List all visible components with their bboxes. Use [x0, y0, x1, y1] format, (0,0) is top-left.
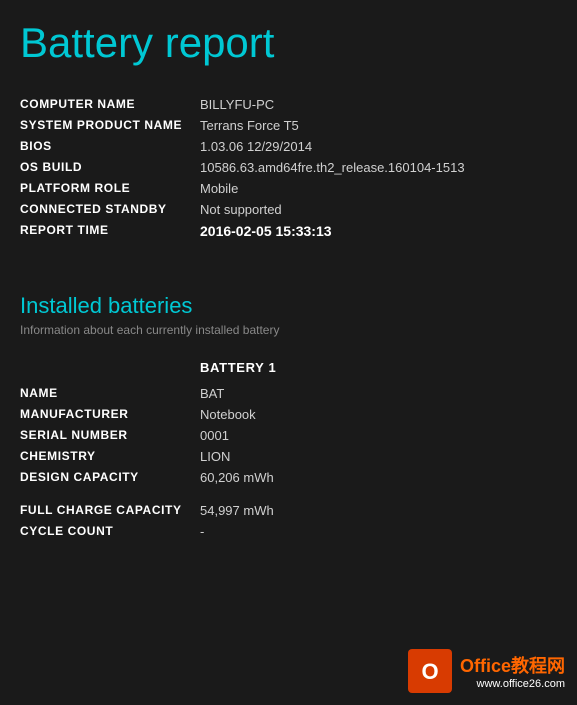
- system-info-row: CONNECTED STANDBYNot supported: [20, 199, 557, 220]
- battery-row: SERIAL NUMBER0001: [20, 425, 557, 446]
- battery-header-row: BATTERY 1: [20, 357, 557, 383]
- battery-row-label: CHEMISTRY: [20, 446, 200, 467]
- system-info-row: OS BUILD10586.63.amd64fre.th2_release.16…: [20, 157, 557, 178]
- battery-row: FULL CHARGE CAPACITY54,997 mWh: [20, 500, 557, 521]
- system-info-label: COMPUTER NAME: [20, 94, 200, 115]
- page-title: Battery report: [20, 20, 557, 66]
- watermark-brand: Office教程网: [460, 652, 565, 678]
- watermark: O Office教程网 www.office26.com: [408, 649, 565, 693]
- svg-text:O: O: [421, 659, 438, 684]
- battery-row-value: 0001: [200, 425, 557, 446]
- battery-row-label: MANUFACTURER: [20, 404, 200, 425]
- battery-row-value: BAT: [200, 383, 557, 404]
- system-info-label: CONNECTED STANDBY: [20, 199, 200, 220]
- battery-header-label: BATTERY 1: [200, 357, 557, 383]
- battery-header-empty: [20, 357, 200, 383]
- system-info-row: COMPUTER NAMEBILLYFU-PC: [20, 94, 557, 115]
- battery-row-label: SERIAL NUMBER: [20, 425, 200, 446]
- battery-row-value: [200, 488, 557, 500]
- watermark-website: www.office26.com: [477, 678, 565, 690]
- battery-row: CYCLE COUNT-: [20, 521, 557, 542]
- battery-row-label: DESIGN CAPACITY: [20, 467, 200, 488]
- system-info-label: OS BUILD: [20, 157, 200, 178]
- battery-row: MANUFACTURERNotebook: [20, 404, 557, 425]
- system-info-label: SYSTEM PRODUCT NAME: [20, 115, 200, 136]
- system-info-value: Mobile: [200, 178, 557, 199]
- system-info-label: REPORT TIME: [20, 220, 200, 242]
- system-info-row: REPORT TIME2016-02-05 15:33:13: [20, 220, 557, 242]
- battery-row: CHEMISTRYLION: [20, 446, 557, 467]
- battery-row-label: FULL CHARGE CAPACITY: [20, 500, 200, 521]
- system-info-value: 10586.63.amd64fre.th2_release.160104-151…: [200, 157, 557, 178]
- installed-batteries-subtitle: Information about each currently install…: [20, 323, 557, 337]
- battery-row-value: -: [200, 521, 557, 542]
- divider: [20, 272, 557, 273]
- system-info-row: BIOS1.03.06 12/29/2014: [20, 136, 557, 157]
- battery-row-label: CYCLE COUNT: [20, 521, 200, 542]
- battery-row: DESIGN CAPACITY60,206 mWh: [20, 467, 557, 488]
- battery-table: BATTERY 1NAMEBATMANUFACTURERNotebookSERI…: [20, 357, 557, 542]
- battery-row-value: 60,206 mWh: [200, 467, 557, 488]
- system-info-row: SYSTEM PRODUCT NAMETerrans Force T5: [20, 115, 557, 136]
- system-info-row: PLATFORM ROLEMobile: [20, 178, 557, 199]
- office-icon: O: [408, 649, 452, 693]
- system-info-label: PLATFORM ROLE: [20, 178, 200, 199]
- battery-row: NAMEBAT: [20, 383, 557, 404]
- battery-row-value: 54,997 mWh: [200, 500, 557, 521]
- battery-row-value: Notebook: [200, 404, 557, 425]
- watermark-text: Office教程网 www.office26.com: [460, 652, 565, 690]
- battery-row-value: LION: [200, 446, 557, 467]
- system-info-value: BILLYFU-PC: [200, 94, 557, 115]
- system-info-table: COMPUTER NAMEBILLYFU-PCSYSTEM PRODUCT NA…: [20, 94, 557, 242]
- battery-row: [20, 488, 557, 500]
- installed-batteries-title: Installed batteries: [20, 293, 557, 319]
- battery-row-label: NAME: [20, 383, 200, 404]
- system-info-value: 1.03.06 12/29/2014: [200, 136, 557, 157]
- system-info-label: BIOS: [20, 136, 200, 157]
- system-info-value: Not supported: [200, 199, 557, 220]
- system-info-value: Terrans Force T5: [200, 115, 557, 136]
- battery-row-label: [20, 488, 200, 500]
- system-info-value: 2016-02-05 15:33:13: [200, 220, 557, 242]
- main-container: Battery report COMPUTER NAMEBILLYFU-PCSY…: [0, 0, 577, 562]
